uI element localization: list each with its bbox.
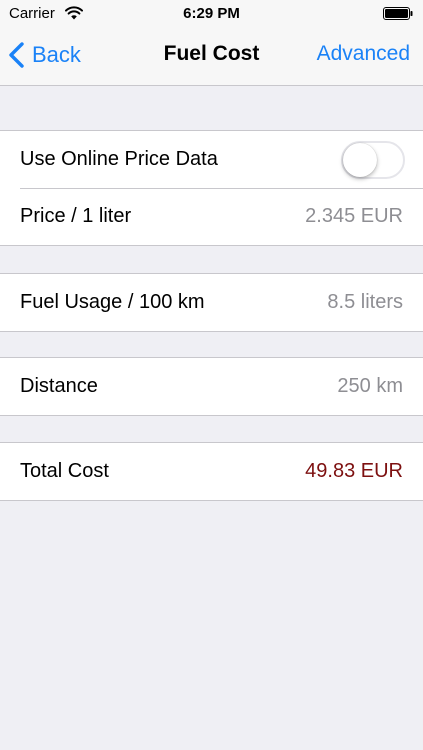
distance-label: Distance: [20, 375, 98, 397]
price-row[interactable]: Price / 1 liter 2.345 EUR: [0, 188, 423, 245]
distance-section: Distance 250 km: [0, 357, 423, 416]
status-time: 6:29 PM: [183, 5, 240, 22]
online-price-toggle[interactable]: [341, 140, 405, 179]
fuel-usage-label: Fuel Usage / 100 km: [20, 291, 205, 313]
fuel-usage-value: 8.5 liters: [327, 291, 403, 313]
fuel-usage-row[interactable]: Fuel Usage / 100 km 8.5 liters: [0, 274, 423, 331]
price-section: Use Online Price Data Price / 1 liter 2.…: [0, 130, 423, 246]
price-value: 2.345 EUR: [305, 205, 403, 227]
status-bar: Carrier 6:29 PM: [0, 0, 423, 26]
fuel-cost-screen: Carrier 6:29 PM Back Fuel Cost Advanced …: [0, 0, 423, 750]
total-cost-row: Total Cost 49.83 EUR: [0, 443, 423, 500]
total-section: Total Cost 49.83 EUR: [0, 442, 423, 501]
total-cost-label: Total Cost: [20, 460, 109, 482]
navigation-bar: Back Fuel Cost Advanced: [0, 26, 423, 85]
online-price-row: Use Online Price Data: [0, 131, 423, 188]
online-price-label: Use Online Price Data: [20, 148, 218, 170]
toggle-knob: [343, 142, 377, 177]
total-cost-value: 49.83 EUR: [305, 460, 403, 482]
top-bar: Carrier 6:29 PM Back Fuel Cost Advanced: [0, 0, 423, 86]
usage-section: Fuel Usage / 100 km 8.5 liters: [0, 273, 423, 332]
advanced-button[interactable]: Advanced: [317, 42, 410, 66]
battery-icon: [383, 7, 413, 20]
distance-row[interactable]: Distance 250 km: [0, 358, 423, 415]
distance-value: 250 km: [337, 375, 403, 397]
price-label: Price / 1 liter: [20, 205, 132, 227]
